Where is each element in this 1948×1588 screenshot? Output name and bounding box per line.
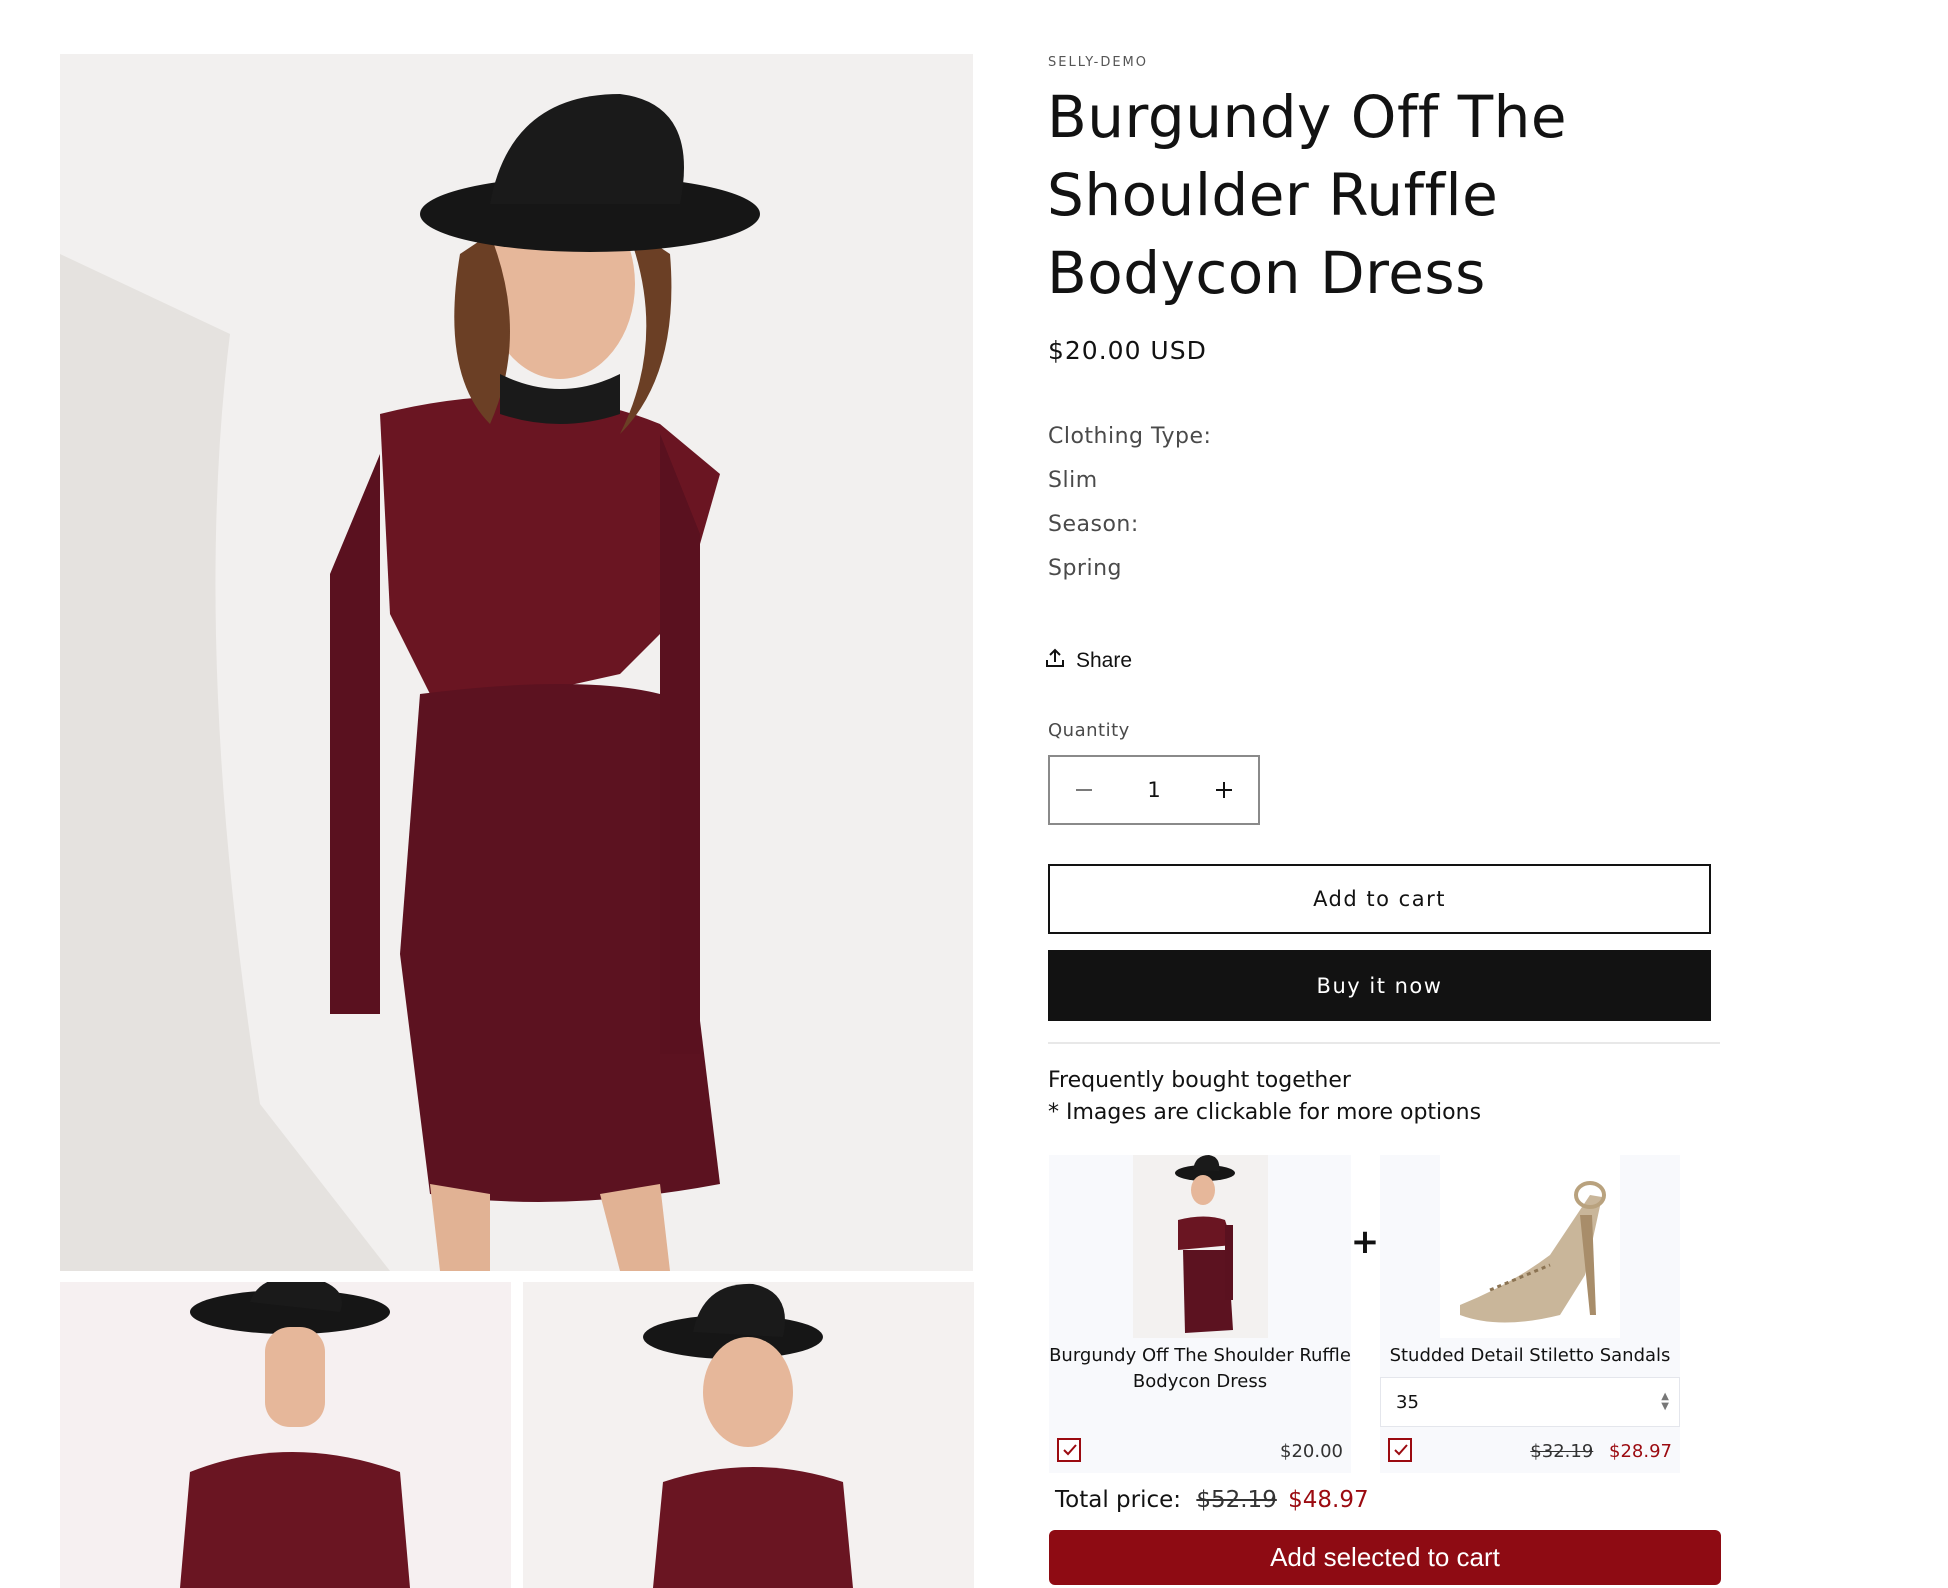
total-original-price: $52.19 xyxy=(1196,1487,1277,1513)
description-line: Spring xyxy=(1048,556,1122,581)
bundle-item-image[interactable] xyxy=(1133,1155,1268,1338)
quantity-label: Quantity xyxy=(1048,720,1130,741)
description-line: Clothing Type: xyxy=(1048,424,1212,449)
product-thumbnail-front[interactable] xyxy=(523,1282,974,1588)
bundle-plus-sign: + xyxy=(1350,1222,1380,1262)
bundle-title: Frequently bought together xyxy=(1048,1068,1351,1093)
variant-select[interactable]: 35 ▲ ▼ xyxy=(1380,1377,1680,1427)
bundle-item-image[interactable] xyxy=(1440,1155,1620,1338)
bundle-item-checkbox[interactable] xyxy=(1057,1438,1081,1462)
product-price: $20.00 USD xyxy=(1048,336,1207,365)
quantity-input[interactable] xyxy=(1118,756,1190,824)
bundle-note: * Images are clickable for more options xyxy=(1048,1100,1482,1125)
quantity-decrease-button[interactable] xyxy=(1050,757,1118,823)
total-sale-price: $48.97 xyxy=(1288,1487,1369,1513)
share-icon xyxy=(1046,648,1064,674)
original-price: $32.19 xyxy=(1530,1441,1594,1462)
add-to-cart-button[interactable]: Add to cart xyxy=(1048,864,1711,934)
bundle-item-name[interactable]: Studded Detail Stiletto Sandals xyxy=(1380,1343,1680,1369)
total-label: Total price: xyxy=(1055,1487,1182,1513)
bundle-item-name[interactable]: Burgundy Off The Shoulder Ruffle Bodycon… xyxy=(1049,1343,1351,1395)
sale-price: $28.97 xyxy=(1609,1441,1672,1462)
plus-icon xyxy=(1216,782,1232,798)
check-icon xyxy=(1063,1444,1077,1456)
product-title: Burgundy Off The Shoulder Ruffle Bodycon… xyxy=(1047,83,1568,307)
select-arrows-icon: ▲ ▼ xyxy=(1661,1391,1669,1412)
product-thumbnail-back[interactable] xyxy=(60,1282,511,1588)
add-selected-to-cart-button[interactable]: Add selected to cart xyxy=(1049,1530,1721,1585)
minus-icon xyxy=(1076,789,1092,791)
share-label: Share xyxy=(1076,649,1133,672)
bundle-item-price: $20.00 xyxy=(1280,1441,1343,1462)
quantity-stepper xyxy=(1048,755,1260,825)
bundle-item-checkbox[interactable] xyxy=(1388,1438,1412,1462)
bundle-item-sandals: Studded Detail Stiletto Sandals 35 ▲ ▼ $3… xyxy=(1380,1155,1680,1473)
vendor-name: SELLY-DEMO xyxy=(1048,55,1148,70)
divider xyxy=(1048,1042,1720,1044)
variant-select-value: 35 xyxy=(1396,1391,1419,1413)
share-button[interactable]: Share xyxy=(1046,646,1132,676)
description-line: Slim xyxy=(1048,468,1098,493)
bundle-item-price: $32.19 $28.97 xyxy=(1530,1441,1672,1462)
product-main-image[interactable] xyxy=(60,54,973,1271)
quantity-increase-button[interactable] xyxy=(1190,757,1258,823)
bundle-item-dress: Burgundy Off The Shoulder Ruffle Bodycon… xyxy=(1049,1155,1351,1473)
check-icon xyxy=(1394,1444,1408,1456)
buy-it-now-button[interactable]: Buy it now xyxy=(1048,950,1711,1021)
bundle-total: Total price: $52.19 $48.97 xyxy=(1055,1487,1369,1513)
description-line: Season: xyxy=(1048,512,1139,537)
